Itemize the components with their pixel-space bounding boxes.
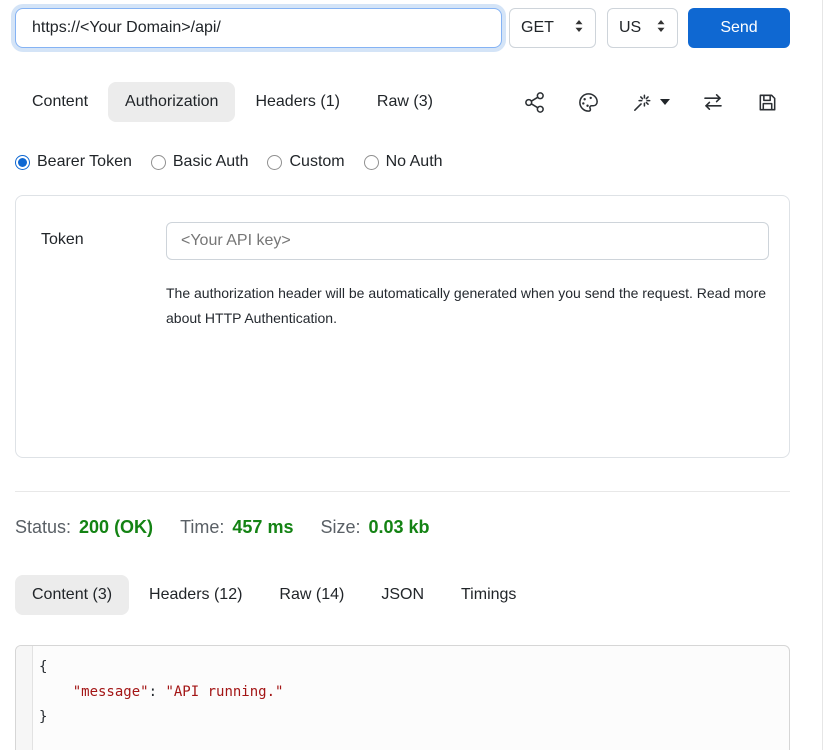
region-select[interactable]: US [607, 8, 678, 48]
wand-dropdown-caret-icon [660, 99, 670, 105]
status-group: Status: 200 (OK) [15, 517, 153, 538]
share-icon[interactable] [523, 91, 546, 114]
beautify-wand-icon[interactable] [631, 91, 670, 114]
radio-icon [267, 155, 282, 170]
code-line: "message": "API running." [39, 680, 779, 705]
auth-type-options: Bearer Token Basic Auth Custom No Auth [15, 153, 790, 171]
auth-option-bearer-token[interactable]: Bearer Token [15, 153, 132, 171]
auth-option-label: Basic Auth [173, 153, 249, 171]
resp-tab-raw[interactable]: Raw (14) [262, 575, 361, 615]
auth-option-basic-auth[interactable]: Basic Auth [151, 153, 249, 171]
time-value: 457 ms [232, 517, 293, 538]
tab-authorization[interactable]: Authorization [108, 82, 235, 122]
code-line: { [39, 655, 779, 680]
api-client-app: GET US Send Content Authorization Header… [0, 0, 837, 750]
section-divider [15, 491, 790, 492]
token-help-line1: The authorization header will be automat… [166, 281, 766, 306]
time-label: Time: [180, 517, 224, 538]
size-label: Size: [320, 517, 360, 538]
request-url-row: GET US Send [15, 8, 790, 48]
size-group: Size: 0.03 kb [320, 517, 429, 538]
tab-raw[interactable]: Raw (3) [360, 82, 450, 122]
radio-icon [15, 155, 30, 170]
tab-content[interactable]: Content [15, 82, 105, 122]
resp-tab-content[interactable]: Content (3) [15, 575, 129, 615]
status-value: 200 (OK) [79, 517, 153, 538]
code-gutter [16, 646, 33, 750]
response-json-code: { "message": "API running." } [33, 646, 789, 750]
url-input[interactable] [15, 8, 502, 48]
token-label: Token [41, 231, 84, 249]
radio-icon [364, 155, 379, 170]
palette-icon[interactable] [577, 91, 600, 114]
size-value: 0.03 kb [369, 517, 430, 538]
json-value: "API running." [165, 684, 283, 700]
resp-tab-timings[interactable]: Timings [444, 575, 533, 615]
response-summary: Status: 200 (OK) Time: 457 ms Size: 0.03… [15, 517, 790, 538]
request-tabs: Content Authorization Headers (1) Raw (3… [15, 82, 790, 122]
auth-option-label: Bearer Token [37, 153, 132, 171]
status-label: Status: [15, 517, 71, 538]
resp-tab-json[interactable]: JSON [364, 575, 441, 615]
token-input[interactable] [166, 222, 769, 260]
select-updown-icon [656, 19, 666, 38]
auth-option-no-auth[interactable]: No Auth [364, 153, 443, 171]
code-line: } [39, 705, 779, 730]
send-button[interactable]: Send [688, 8, 790, 48]
response-tabs: Content (3) Headers (12) Raw (14) JSON T… [15, 575, 790, 615]
select-updown-icon [574, 19, 584, 38]
tab-headers[interactable]: Headers (1) [238, 82, 356, 122]
save-icon[interactable] [756, 91, 779, 114]
auth-option-label: No Auth [386, 153, 443, 171]
auth-option-custom[interactable]: Custom [267, 153, 344, 171]
swap-arrows-icon[interactable] [701, 90, 725, 114]
method-select-value: GET [521, 19, 554, 37]
json-key: "message" [73, 684, 149, 700]
auth-option-label: Custom [289, 153, 344, 171]
response-body-viewer: { "message": "API running." } [15, 645, 790, 750]
bearer-token-panel: Token The authorization header will be a… [15, 195, 790, 458]
request-toolbar [523, 90, 790, 114]
content-right-rule [822, 0, 823, 750]
region-select-value: US [619, 19, 641, 37]
token-help-line2: about HTTP Authentication. [166, 306, 766, 331]
token-help-text: The authorization header will be automat… [166, 281, 766, 331]
resp-tab-headers[interactable]: Headers (12) [132, 575, 259, 615]
time-group: Time: 457 ms [180, 517, 293, 538]
method-select[interactable]: GET [509, 8, 596, 48]
radio-icon [151, 155, 166, 170]
